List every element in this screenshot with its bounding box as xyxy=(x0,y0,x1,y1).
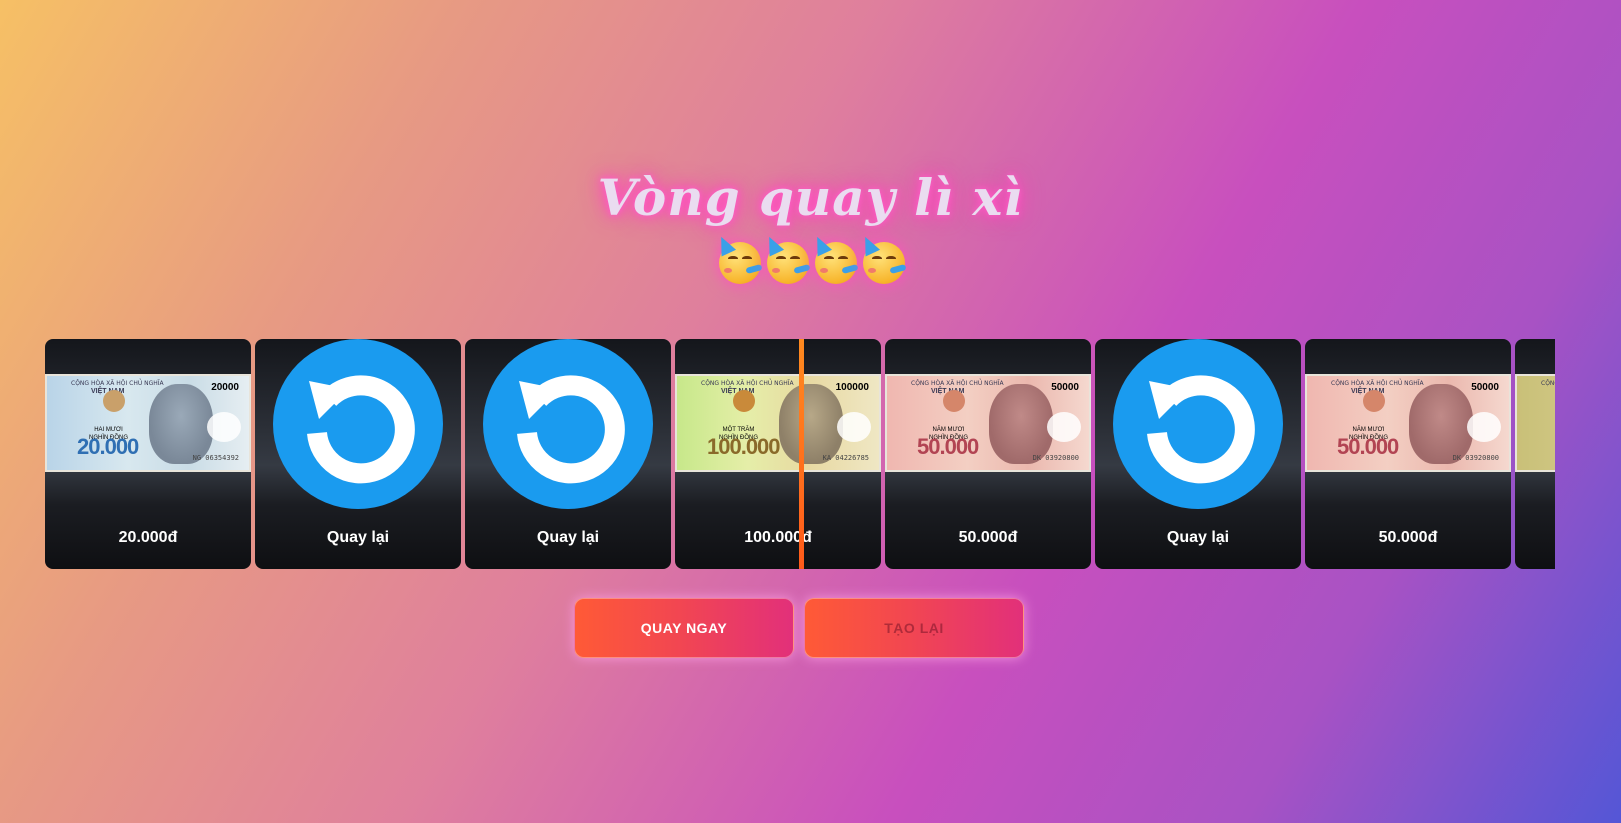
bill-header: CỘNG HÒA XÃ HỘI CHỦ NGHĨA xyxy=(1331,380,1424,387)
retry-icon xyxy=(1113,339,1283,509)
prize-card-retry: Quay lại xyxy=(1095,339,1301,569)
bill-serial: DK 03920800 xyxy=(1452,454,1499,462)
prize-card-money: CỘNG HÒA XÃ HỘI CHỦ NGHĨAVIỆT NAM100000M… xyxy=(675,339,881,569)
bill-corner-value: 20000 xyxy=(211,382,239,393)
prize-label: Quay lại xyxy=(536,529,600,546)
prize-card-money: CỘNG HÒA XÃ HỘI CHỦ NGHĨAVIỆT NAM20000HA… xyxy=(45,339,251,569)
bill-corner-value: 50000 xyxy=(1471,382,1499,393)
prize-label: 50.000đ xyxy=(1378,529,1438,546)
banknote-image: CỘNG HÒA XÃ HỘI CHỦ NGHĨAVIỆT NAM xyxy=(1515,374,1555,472)
retry-icon xyxy=(483,339,653,509)
bill-denomination: 100.000 xyxy=(707,434,781,459)
retry-icon xyxy=(273,339,443,509)
watermark-icon xyxy=(207,412,241,442)
bill-header: CỘNG HÒA XÃ HỘI CHỦ NGHĨA xyxy=(701,380,794,387)
bill-corner-value: 50000 xyxy=(1051,382,1079,393)
portrait-icon xyxy=(149,384,213,464)
bill-serial: DK 03920800 xyxy=(1032,454,1079,462)
partying-face-icon xyxy=(857,233,907,286)
emblem-icon xyxy=(103,390,125,412)
bill-denomination: 50.000 xyxy=(1337,434,1399,459)
bill-header: CỘNG HÒA XÃ HỘI CHỦ NGHĨA xyxy=(71,380,164,387)
emblem-icon xyxy=(943,390,965,412)
reset-button[interactable]: TẠO LẠI xyxy=(804,598,1024,658)
prize-label: Quay lại xyxy=(326,529,390,546)
prize-card-money: CỘNG HÒA XÃ HỘI CHỦ NGHĨAVIỆT NAM50000NĂ… xyxy=(1305,339,1511,569)
bill-denomination: 20.000 xyxy=(77,434,139,459)
bill-denomination: 50.000 xyxy=(917,434,979,459)
prize-card-retry: Quay lại xyxy=(465,339,671,569)
page-title: Vòng quay lì xì xyxy=(597,168,1024,227)
prize-label: 20.000đ xyxy=(118,529,178,546)
bill-header: CỘNG HÒA XÃ HỘI CHỦ NGHĨA xyxy=(911,380,1004,387)
banknote-image: CỘNG HÒA XÃ HỘI CHỦ NGHĨAVIỆT NAM50000NĂ… xyxy=(1305,374,1511,472)
banknote-image: CỘNG HÒA XÃ HỘI CHỦ NGHĨAVIỆT NAM20000HA… xyxy=(45,374,251,472)
prize-label: 50.000đ xyxy=(958,529,1018,546)
banknote-image: CỘNG HÒA XÃ HỘI CHỦ NGHĨAVIỆT NAM100000M… xyxy=(675,374,881,472)
portrait-icon xyxy=(989,384,1053,464)
partying-face-icon xyxy=(809,233,859,286)
prize-label: Quay lại xyxy=(1166,529,1230,546)
prize-card-retry: Quay lại xyxy=(255,339,461,569)
emblem-icon xyxy=(733,390,755,412)
emblem-icon xyxy=(1363,390,1385,412)
spin-now-button[interactable]: QUAY NGAY xyxy=(574,598,794,658)
banknote-image: CỘNG HÒA XÃ HỘI CHỦ NGHĨAVIỆT NAM50000NĂ… xyxy=(885,374,1091,472)
bill-serial: KA 04226785 xyxy=(822,454,869,462)
prize-card-money: CỘNG HÒA XÃ HỘI CHỦ NGHĨAVIỆT NAM50000NĂ… xyxy=(885,339,1091,569)
watermark-icon xyxy=(1467,412,1501,442)
watermark-icon xyxy=(1047,412,1081,442)
prize-card-money: CỘNG HÒA XÃ HỘI CHỦ NGHĨAVIỆT NAM xyxy=(1515,339,1555,569)
bill-corner-value: 100000 xyxy=(835,382,869,393)
portrait-icon xyxy=(1409,384,1473,464)
emoji-row xyxy=(0,233,1621,286)
partying-face-icon xyxy=(713,233,763,286)
spin-pointer xyxy=(799,339,804,569)
watermark-icon xyxy=(837,412,871,442)
portrait-icon xyxy=(779,384,843,464)
partying-face-icon xyxy=(761,233,811,286)
bill-header: CỘNG HÒA XÃ HỘI CHỦ NGHĨA xyxy=(1541,380,1555,387)
prize-label: 100.000đ xyxy=(744,529,812,546)
bill-serial: NG 06354392 xyxy=(192,454,239,462)
